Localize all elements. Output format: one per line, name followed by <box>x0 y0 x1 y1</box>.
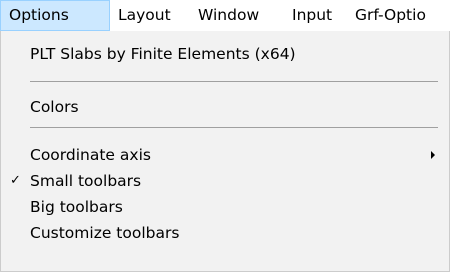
menu-item-small-toolbars[interactable]: ✓ Small toolbars <box>1 168 449 194</box>
options-dropdown-menu: PLT Slabs by Finite Elements (x64) Color… <box>0 31 450 272</box>
check-icon: ✓ <box>10 173 21 188</box>
menu-item-big-toolbars-label: Big toolbars <box>30 198 123 216</box>
menu-item-coordinate-axis-label: Coordinate axis <box>30 146 151 164</box>
menu-item-customize-toolbars-label: Customize toolbars <box>30 224 180 242</box>
menu-layout[interactable]: Layout <box>118 0 171 31</box>
menu-window[interactable]: Window <box>198 0 259 31</box>
menu-item-customize-toolbars[interactable]: Customize toolbars <box>1 220 449 246</box>
menu-separator <box>30 127 438 128</box>
menu-separator <box>30 81 438 82</box>
menu-input[interactable]: Input <box>292 0 332 31</box>
menu-item-coordinate-axis[interactable]: Coordinate axis <box>1 142 449 168</box>
submenu-arrow-icon <box>431 151 435 159</box>
menu-item-big-toolbars[interactable]: Big toolbars <box>1 194 449 220</box>
menu-options-label: Options <box>9 6 69 24</box>
menu-item-plt-slabs-label: PLT Slabs by Finite Elements (x64) <box>30 45 296 63</box>
menu-bar: Options Layout Window Input Grf-Optio <box>0 0 456 31</box>
menu-item-colors-label: Colors <box>30 98 79 116</box>
menu-input-label: Input <box>292 6 333 24</box>
menu-item-plt-slabs[interactable]: PLT Slabs by Finite Elements (x64) <box>1 41 449 67</box>
menu-item-colors[interactable]: Colors <box>1 94 449 120</box>
menu-window-label: Window <box>198 6 260 24</box>
menu-options[interactable]: Options <box>0 0 110 31</box>
menu-item-small-toolbars-label: Small toolbars <box>30 172 142 190</box>
menu-layout-label: Layout <box>118 6 171 24</box>
menu-grf-options[interactable]: Grf-Optio <box>355 0 456 31</box>
menu-grf-options-label: Grf-Optio <box>355 6 426 24</box>
